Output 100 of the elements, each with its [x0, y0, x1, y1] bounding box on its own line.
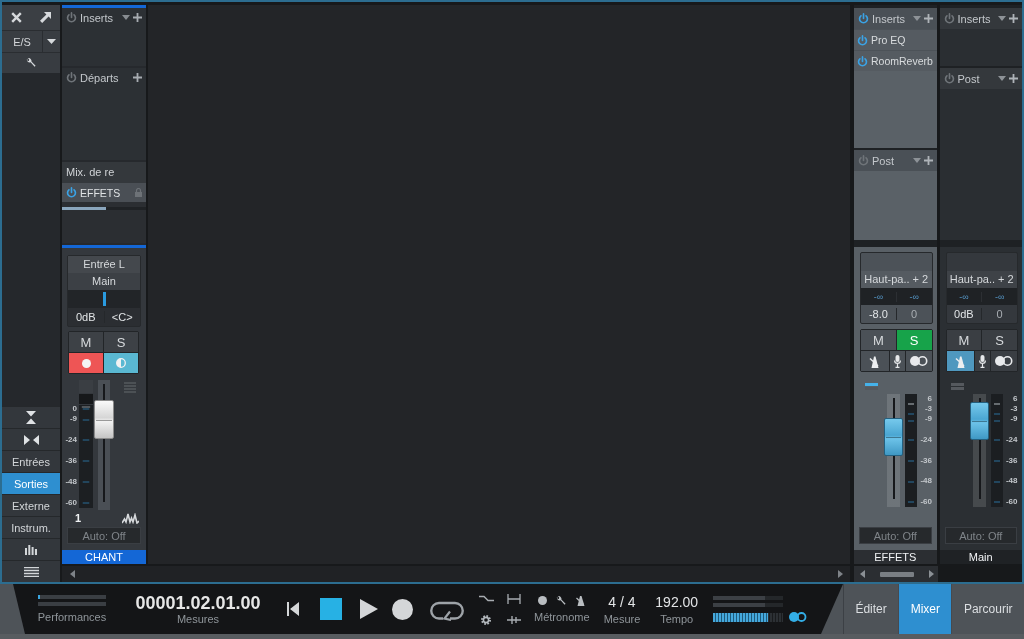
pan-slider[interactable] [68, 290, 140, 308]
sidebar-tab[interactable]: Instrum. [2, 516, 60, 538]
tempo-value[interactable]: 192.00 [655, 593, 699, 610]
plus-icon[interactable] [923, 156, 933, 165]
toggle-button[interactable] [991, 351, 1017, 371]
scroll-bar[interactable] [62, 566, 850, 582]
power-icon[interactable] [66, 72, 77, 83]
collapse-vertical-button[interactable] [2, 406, 60, 428]
toggle-button[interactable] [905, 351, 932, 371]
play-button[interactable] [360, 599, 378, 619]
wrench-icon[interactable] [555, 595, 566, 606]
power-icon[interactable] [857, 55, 868, 67]
settings-icon[interactable] [481, 614, 491, 625]
plus-icon[interactable] [1009, 14, 1018, 23]
fader-track[interactable] [970, 394, 988, 507]
peak-readout: -∞ [872, 291, 885, 302]
automation-button[interactable]: Auto: Off [859, 527, 932, 544]
meters-button[interactable] [2, 538, 60, 560]
fader-track[interactable] [885, 394, 902, 507]
scroll-thumb[interactable] [880, 571, 914, 577]
record-arm-button[interactable] [69, 353, 103, 373]
scale-label: -60 [1005, 497, 1018, 507]
list-button[interactable] [2, 560, 60, 582]
plus-icon[interactable] [1009, 74, 1018, 83]
metronome-button[interactable] [861, 351, 889, 371]
microphone-button[interactable] [975, 351, 991, 371]
caret-icon[interactable] [122, 15, 130, 20]
channel-name[interactable]: Main [939, 550, 1022, 564]
automation-button[interactable]: Auto: Off [67, 527, 141, 544]
fader-track[interactable] [95, 380, 113, 510]
metronome-icon [953, 354, 967, 368]
time-display[interactable]: 00001.02.01.00 [135, 593, 261, 613]
mute-button[interactable]: M [69, 332, 103, 352]
stacked-bars-icon[interactable] [865, 383, 878, 390]
caret-icon[interactable] [912, 16, 921, 21]
power-icon[interactable] [857, 34, 868, 46]
channel-name[interactable]: CHANT [62, 550, 146, 564]
plugin-slot[interactable]: Pro EQ [854, 29, 937, 50]
send-level-track[interactable] [62, 207, 146, 210]
scale-label: -9 [69, 414, 77, 424]
dot-icon[interactable] [537, 596, 547, 605]
sidebar-tab[interactable]: Entrées [2, 450, 60, 472]
scale-label: -3 [924, 404, 932, 414]
meter-bar [713, 603, 784, 607]
sidebar-tab[interactable]: Sorties [2, 472, 60, 494]
scale-label: -60 [920, 497, 932, 507]
fader-handle[interactable] [94, 400, 114, 440]
plus-icon[interactable] [923, 14, 933, 23]
scale-label: -36 [65, 456, 77, 466]
channel-name[interactable]: EFFETS [854, 550, 937, 564]
solo-button[interactable]: S [104, 332, 138, 352]
caret-icon[interactable] [912, 158, 921, 163]
plus-icon[interactable] [133, 13, 142, 22]
pan-handle[interactable] [102, 292, 106, 306]
power-icon[interactable] [943, 73, 955, 84]
send-slot[interactable]: EFFETS [62, 183, 146, 202]
record-button[interactable] [392, 598, 413, 620]
ramp-icon[interactable] [478, 595, 494, 602]
power-icon[interactable] [858, 13, 869, 24]
scale-label: 0 [72, 404, 77, 414]
output-selector[interactable]: Main [68, 273, 140, 290]
mute-button[interactable]: M [946, 330, 982, 350]
marker-icon[interactable] [507, 614, 521, 625]
automation-button[interactable]: Auto: Off [944, 527, 1017, 544]
caret-icon[interactable] [998, 76, 1006, 81]
scale-label: -48 [1005, 476, 1018, 487]
stop-icon [320, 598, 342, 620]
record-dot-icon [81, 358, 91, 368]
left-arrow-icon[interactable] [860, 570, 865, 578]
metronome-icon[interactable] [574, 595, 586, 606]
collapse-horizontal-button[interactable] [2, 428, 60, 450]
right-arrow-icon[interactable] [929, 570, 934, 578]
plugin-slot[interactable]: RoomReverb [854, 50, 937, 71]
bracket-icon[interactable] [507, 593, 521, 604]
plus-icon[interactable] [133, 73, 142, 82]
toggle-icon [909, 356, 928, 366]
output-selector[interactable]: Haut-pa.. + 2 [946, 271, 1017, 288]
output-selector[interactable]: Haut-pa.. + 2 [861, 271, 932, 288]
mute-button[interactable]: M [861, 330, 896, 350]
left-arrow-icon[interactable] [70, 570, 75, 578]
caret-icon[interactable] [998, 16, 1006, 21]
rewind-button[interactable] [287, 602, 299, 616]
power-icon[interactable] [66, 187, 77, 198]
right-arrow-icon[interactable] [838, 570, 843, 578]
power-icon[interactable] [66, 12, 77, 23]
input-selector[interactable]: Entrée L [68, 256, 140, 273]
waveform-icon[interactable] [122, 512, 139, 524]
fader-handle[interactable] [884, 418, 903, 456]
inserts-label: Inserts [872, 12, 906, 25]
microphone-button[interactable] [889, 351, 905, 371]
pan-readout: 0 [895, 308, 932, 320]
metronome-button[interactable] [946, 351, 975, 371]
scroll-bar[interactable] [854, 566, 938, 582]
view-tab[interactable]: Mixer [898, 584, 952, 634]
sidebar-tab[interactable]: Externe [2, 494, 60, 516]
power-icon[interactable] [943, 13, 955, 24]
time-signature-value[interactable]: 4 / 4 [608, 593, 636, 610]
sync-toggle[interactable] [789, 611, 808, 622]
fader-handle[interactable] [969, 401, 989, 440]
solo-button[interactable]: S [982, 330, 1017, 350]
